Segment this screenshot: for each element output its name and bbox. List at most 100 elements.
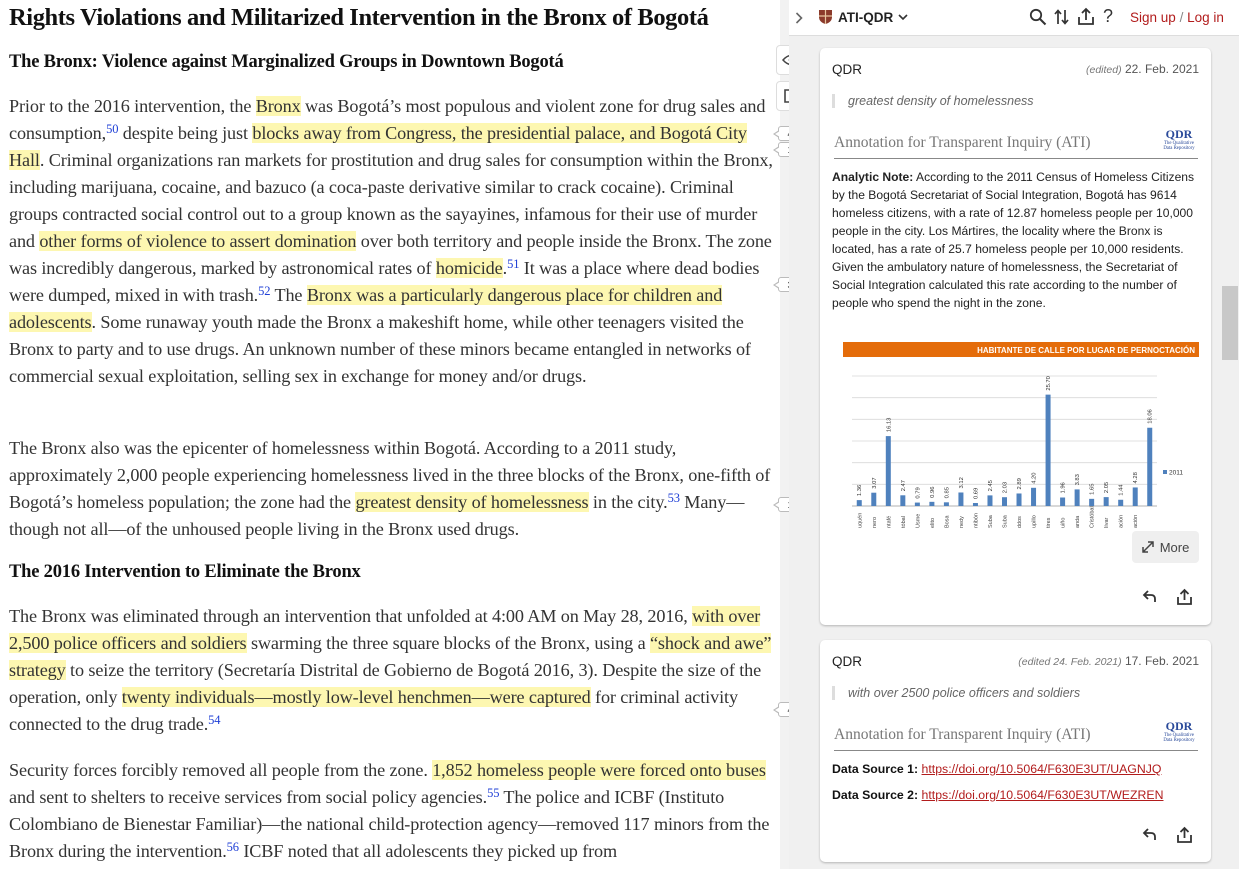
footnote-ref[interactable]: 50 [106,122,118,136]
chart-tick-label: upillo [1032,515,1038,528]
annotation-date[interactable]: 22. Feb. 2021 [1125,62,1199,76]
highlight[interactable]: 1,852 homeless people were forced onto b… [432,760,766,780]
share-icon [1177,826,1192,843]
text-run: The Bronx was eliminated through an inte… [9,606,693,626]
chart-tick-label: nedy [959,516,965,528]
chart-data-label: 1.65 [1090,484,1096,495]
share-icon [1078,7,1094,25]
chart-tick-label: anda [1075,515,1081,528]
footnote-ref[interactable]: 53 [668,491,680,505]
data-source-2-link[interactable]: https://doi.org/10.5064/F630E3UT/WEZREN [922,788,1164,802]
auth-separator: / [1179,10,1184,25]
share-annotation-button[interactable] [1176,826,1193,849]
annotation-quote: greatest density of homelessness [832,94,1208,108]
ati-banner: Annotation for Transparent Inquiry (ATI)… [834,126,1198,159]
help-icon: ? [1103,6,1114,26]
qdr-logo: QDR The Qualitative Data Repository [1163,127,1195,152]
chart-title: HABITANTE DE CALLE POR LUGAR DE PERNOCTA… [977,346,1195,355]
text-run: Security forces forcibly removed all peo… [9,760,433,780]
highlight[interactable]: twenty individuals—mostly low-level henc… [121,687,591,707]
reply-button[interactable] [1142,826,1158,849]
annotation-date[interactable]: 17. Feb. 2021 [1125,654,1199,668]
text-run: swarming the three square blocks of the … [246,633,650,653]
shield-icon [819,10,832,24]
chart-bar [943,502,949,506]
chart-bar [914,502,920,506]
footnote-ref[interactable]: 52 [258,284,270,298]
chart-bar [1016,493,1022,506]
more-label: More [1159,539,1190,555]
search-button[interactable] [1029,8,1047,31]
chart-bar [1074,489,1080,506]
more-button[interactable]: More [1132,531,1199,563]
chart-bar [900,495,906,506]
share-annotation-button[interactable] [1176,588,1193,611]
reply-icon [1142,590,1156,602]
homeless-chart: HABITANTE DE CALLE POR LUGAR DE PERNOCTA… [843,342,1199,528]
collapse-sidebar-button[interactable] [789,8,809,28]
highlight[interactable]: homicide [435,258,503,278]
analytic-note-label: Analytic Note: [832,170,914,184]
data-source-2: Data Source 2: https://doi.org/10.5064/F… [832,788,1163,802]
sign-up-link[interactable]: Sign up [1130,10,1176,25]
annotation-card[interactable]: QDR (edited) 22. Feb. 2021 greatest dens… [820,48,1211,625]
footnote-ref[interactable]: 51 [507,257,519,271]
highlight[interactable]: greatest density of homelessness [355,492,589,512]
chart-bar [958,492,964,506]
sort-button[interactable] [1053,8,1071,31]
scrollbar-track[interactable] [1222,36,1238,869]
analytic-note-text: According to the 2011 Census of Homeless… [832,170,1195,310]
chart-tick-label: Cristóbal [1090,506,1096,528]
text-run: The [270,285,307,305]
chart-tick-label: ddos [1017,516,1023,528]
chart-tick-label: uiño [1061,518,1067,528]
highlight[interactable]: Bronx [255,96,301,116]
chart-bar [1089,498,1095,506]
log-in-link[interactable]: Log in [1187,10,1224,25]
section-heading: The 2016 Intervention to Eliminate the B… [9,562,361,582]
chart-tick-label: uquén [857,513,863,528]
edited-label: (edited) [1085,64,1122,76]
edited-label: (edited 24. Feb. 2021) [1018,656,1122,668]
annotation-user[interactable]: QDR [832,62,862,77]
chart-bar [1045,394,1051,506]
footnote-ref[interactable]: 55 [487,786,499,800]
auth-links: Sign up / Log in [1130,10,1224,25]
chart-tick-label: tóbal [901,516,907,528]
chart-bar [1031,487,1037,506]
chart-data-label: 25.70 [1046,376,1052,391]
chart-data-label: 18.06 [1148,409,1154,424]
chart-bar [1060,497,1066,506]
chart-tick-label: ntibón [973,513,979,528]
chart-data-label: 2.89 [1017,478,1023,489]
chart-data-label: 2.47 [901,480,907,491]
paragraph: The Bronx also was the epicenter of home… [9,435,780,543]
annotation-user[interactable]: QDR [832,654,862,669]
data-source-1-link[interactable]: https://doi.org/10.5064/F630E3UT/UAGNJQ [922,762,1162,776]
data-source-1-label: Data Source 1: [832,762,919,776]
data-source-1: Data Source 1: https://doi.org/10.5064/F… [832,762,1161,776]
highlight[interactable]: other forms of violence to assert domina… [39,231,356,251]
chart-bar [1002,497,1007,506]
chart-legend-swatch [1163,470,1167,474]
chart-data-label: 2.03 [1003,482,1009,493]
chart-tick-label: tires [1046,517,1052,528]
footnote-ref[interactable]: 54 [208,713,220,727]
expand-icon [1141,541,1154,553]
help-button[interactable]: ? [1103,6,1113,27]
chart-bar [972,503,978,506]
section-heading: The Bronx: Violence against Marginalized… [9,52,564,72]
group-selector[interactable]: ATI-QDR [818,9,908,25]
annotation-card[interactable]: QDR (edited 24. Feb. 2021) 17. Feb. 2021… [820,640,1211,862]
chart-bar [929,501,935,506]
chart-data-label: 3.83 [1075,474,1081,485]
chart-bar [1147,427,1153,506]
share-button[interactable] [1077,7,1095,31]
text-run: ICBF noted that all adolescents they pic… [238,841,618,861]
chart-bar [885,436,891,506]
text-run: despite being just [118,123,253,143]
footnote-ref[interactable]: 56 [227,840,239,854]
scrollbar-thumb[interactable] [1222,286,1238,360]
reply-button[interactable] [1142,588,1158,611]
chevron-down-icon [898,13,908,20]
